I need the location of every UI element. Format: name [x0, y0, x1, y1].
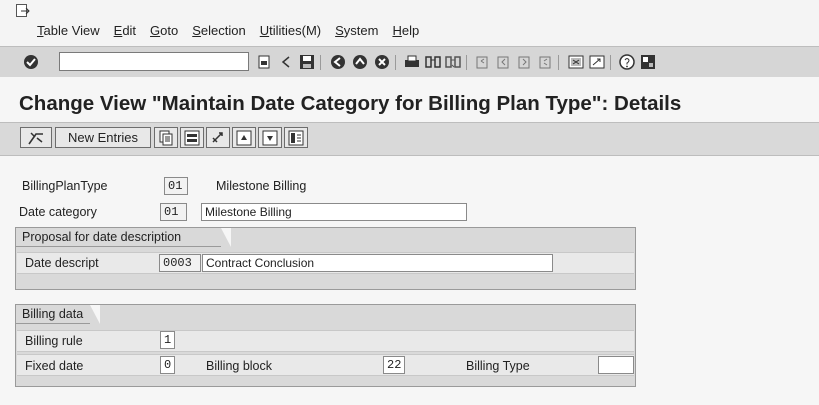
layout-menu-icon[interactable]: [639, 53, 657, 71]
previous-page-icon[interactable]: [495, 53, 513, 71]
billing-plan-type-text: Milestone Billing: [216, 179, 307, 193]
cancel-icon[interactable]: [373, 53, 391, 71]
previous-entry-icon[interactable]: [232, 127, 256, 148]
billing-plan-type-field: 01: [164, 177, 188, 195]
display-change-button[interactable]: [20, 127, 52, 148]
print-icon[interactable]: [403, 53, 421, 71]
variant-icon[interactable]: [284, 127, 308, 148]
billing-data-group-title: Billing data: [16, 305, 100, 324]
billing-block-field[interactable]: 22: [383, 356, 405, 374]
billing-plan-type-label: BillingPlanType: [22, 179, 108, 193]
help-icon[interactable]: [618, 53, 636, 71]
menu-help[interactable]: Help: [392, 23, 419, 38]
billing-rule-row: [17, 330, 634, 352]
command-field[interactable]: [59, 52, 249, 71]
toolbar-separator: [610, 55, 611, 70]
back-icon[interactable]: [329, 53, 347, 71]
menu-system[interactable]: System: [335, 23, 378, 38]
billing-rule-label: Billing rule: [25, 334, 83, 348]
page-title: Change View "Maintain Date Category for …: [19, 92, 682, 115]
billing-type-label: Billing Type: [466, 359, 530, 373]
save-icon[interactable]: [298, 53, 316, 71]
date-category-text-field[interactable]: Milestone Billing: [201, 203, 467, 221]
toolbar-separator: [395, 55, 396, 70]
find-next-icon[interactable]: [444, 53, 462, 71]
undo-change-icon[interactable]: [206, 127, 230, 148]
exit-icon[interactable]: [351, 53, 369, 71]
date-descript-code-field: 0003: [159, 254, 201, 272]
fixed-date-field[interactable]: 0: [160, 356, 175, 374]
toolbar-separator: [558, 55, 559, 70]
billing-type-field[interactable]: [598, 356, 634, 374]
next-page-icon[interactable]: [516, 53, 534, 71]
menu-utilities[interactable]: Utilities(M): [260, 23, 321, 38]
menu-bar: Table View Edit Goto Selection Utilities…: [0, 0, 819, 46]
toolbar-separator: [466, 55, 467, 70]
menu-corner-icon[interactable]: [16, 4, 30, 18]
delete-icon[interactable]: [180, 127, 204, 148]
toolbar-separator: [320, 55, 321, 70]
find-icon[interactable]: [424, 53, 442, 71]
first-page-icon[interactable]: [474, 53, 492, 71]
date-category-field: 01: [160, 203, 187, 221]
fixed-date-row: [17, 354, 634, 376]
new-entries-button[interactable]: New Entries: [55, 127, 151, 148]
command-history-icon[interactable]: [255, 53, 273, 71]
date-category-label: Date category: [19, 205, 97, 219]
menu-table-view[interactable]: Table View: [37, 23, 100, 38]
billing-block-label: Billing block: [206, 359, 273, 373]
enter-check-icon[interactable]: [22, 53, 40, 71]
date-descript-text-field[interactable]: Contract Conclusion: [202, 254, 553, 272]
date-descript-label: Date descript: [25, 256, 99, 270]
menu-goto[interactable]: Goto: [150, 23, 178, 38]
fixed-date-label: Fixed date: [25, 359, 84, 373]
shortcut-icon[interactable]: [588, 53, 606, 71]
expand-arrow-icon[interactable]: [277, 53, 295, 71]
menu-edit[interactable]: Edit: [114, 23, 136, 38]
last-page-icon[interactable]: [537, 53, 555, 71]
menu-items: Table View Edit Goto Selection Utilities…: [37, 23, 419, 38]
copy-as-icon[interactable]: [154, 127, 178, 148]
create-session-icon[interactable]: [567, 53, 585, 71]
next-entry-icon[interactable]: [258, 127, 282, 148]
menu-selection[interactable]: Selection: [192, 23, 245, 38]
billing-rule-field[interactable]: 1: [160, 331, 175, 349]
proposal-group-title: Proposal for date description: [16, 228, 231, 247]
